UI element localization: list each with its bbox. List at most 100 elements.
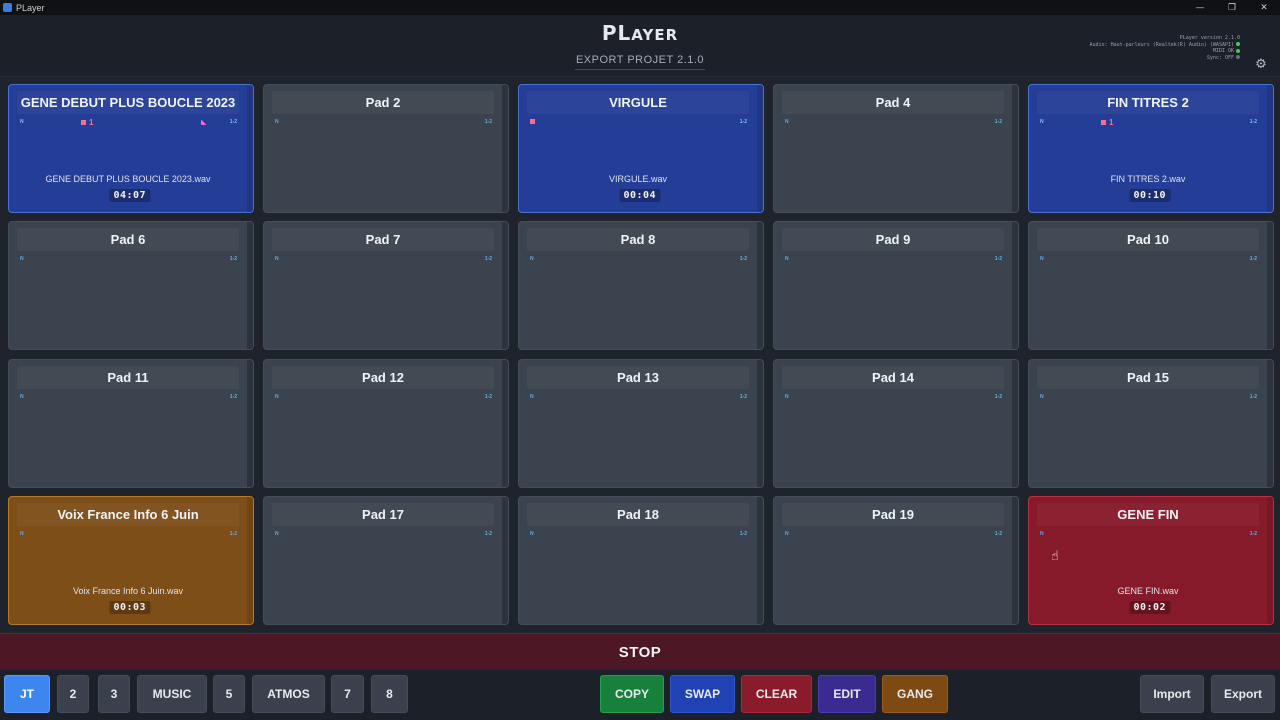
pad-2[interactable]: Pad 2 N 1-2: [263, 84, 509, 213]
pad-scrollbar[interactable]: [502, 85, 508, 212]
pad-title: Pad 14: [782, 365, 1004, 389]
pad-title: Pad 19: [782, 503, 1004, 527]
pad-output-channels: 1-2: [739, 256, 747, 263]
pad-12[interactable]: Pad 12 N 1-2: [263, 358, 509, 488]
pad-13[interactable]: Pad 13 N 1-2: [518, 358, 764, 488]
import-button[interactable]: Import: [1140, 675, 1204, 713]
pad-scrollbar[interactable]: [1267, 222, 1273, 350]
brand-small: AYER: [631, 26, 679, 44]
pad-scrollbar[interactable]: [247, 85, 253, 212]
pad-19[interactable]: Pad 19 N 1-2: [773, 496, 1019, 626]
pad-3[interactable]: VIRGULE 1-2 VIRGULE.wav 00:04: [518, 84, 764, 213]
pad-scrollbar[interactable]: [1012, 497, 1018, 625]
export-button[interactable]: Export: [1211, 675, 1275, 713]
pad-scrollbar[interactable]: [247, 359, 253, 487]
pad-9[interactable]: Pad 9 N 1-2: [773, 221, 1019, 351]
pad-normal-mode-indicator: N: [275, 119, 279, 125]
pad-output-channels: 1-2: [229, 393, 237, 400]
pad-scrollbar[interactable]: [757, 497, 763, 625]
pad-duration: 00:10: [1129, 189, 1171, 202]
bank-tab-7[interactable]: 7: [331, 675, 364, 713]
pad-scrollbar[interactable]: [1267, 497, 1273, 625]
pad-4[interactable]: Pad 4 N 1-2: [773, 84, 1019, 213]
pad-14[interactable]: Pad 14 N 1-2: [773, 358, 1019, 488]
brand-big: PL: [601, 21, 632, 45]
pad-normal-mode-indicator: N: [1040, 393, 1044, 400]
restore-button[interactable]: ❐: [1216, 0, 1248, 15]
bank-tab-jt[interactable]: JT: [4, 675, 50, 713]
bank-tab-music[interactable]: MUSIC: [137, 675, 207, 713]
stop-button[interactable]: STOP: [0, 633, 1280, 670]
pad-normal-mode-indicator: N: [530, 531, 534, 538]
pad-scrollbar[interactable]: [502, 222, 508, 350]
pad-scrollbar[interactable]: [1012, 222, 1018, 350]
pad-15[interactable]: Pad 15 N 1-2: [1028, 358, 1274, 488]
pad-scrollbar[interactable]: [247, 222, 253, 350]
pad-title: Pad 12: [272, 365, 494, 389]
pad-title: Pad 18: [527, 503, 749, 527]
pad-normal-mode-indicator: N: [275, 531, 279, 538]
gear-icon[interactable]: ⚙: [1254, 58, 1268, 72]
pad-scrollbar[interactable]: [502, 359, 508, 487]
minimize-button[interactable]: —: [1184, 0, 1216, 15]
pad-scrollbar[interactable]: [1267, 359, 1273, 487]
pad-title: Pad 10: [1037, 228, 1259, 252]
pad-16[interactable]: Voix France Info 6 Juin N 1-2 Voix France I…: [8, 496, 254, 626]
loop-icon: [1101, 120, 1106, 126]
pad-normal-mode-indicator: N: [1040, 531, 1044, 538]
pad-loop-indicator: 1: [1101, 118, 1113, 127]
pad-8[interactable]: Pad 8 N 1-2: [518, 221, 764, 351]
bank-tab-3[interactable]: 3: [98, 675, 130, 713]
pad-title: Pad 9: [782, 228, 1004, 252]
pad-output-channels: 1-2: [1249, 393, 1257, 400]
sync-status-dot: [1236, 55, 1240, 59]
pad-grid: GENE DEBUT PLUS BOUCLE 2023 N 1-2 1 ◣ GENE DE…: [8, 84, 1274, 626]
bank-tab-2[interactable]: 2: [57, 675, 89, 713]
pad-1[interactable]: GENE DEBUT PLUS BOUCLE 2023 N 1-2 1 ◣ GENE DE…: [8, 84, 254, 213]
pad-normal-mode-indicator: N: [20, 531, 24, 538]
close-button[interactable]: ✕: [1248, 0, 1280, 15]
pad-20[interactable]: GENE FIN N 1-2 GENE FIN.wav 00:02: [1028, 496, 1274, 626]
status-panel: PLayer version 2.1.0 Audio: Haut-parleur…: [1090, 35, 1240, 62]
pad-scrollbar[interactable]: [502, 497, 508, 625]
gang-button[interactable]: GANG: [882, 675, 948, 713]
pad-scrollbar[interactable]: [247, 497, 253, 625]
pad-title: Pad 8: [527, 228, 749, 252]
pad-filename: GENE DEBUT PLUS BOUCLE 2023.wav: [45, 174, 211, 184]
status-sync-row: Sync: OFF: [1090, 55, 1240, 62]
pad-6[interactable]: Pad 6 N 1-2: [8, 221, 254, 351]
pad-5[interactable]: FIN TITRES 2 N 1-2 1 FIN TITRES 2.wav 00:10: [1028, 84, 1274, 213]
pad-output-channels: 1-2: [994, 531, 1002, 538]
bank-tab-atmos[interactable]: ATMOS: [252, 675, 325, 713]
copy-button[interactable]: COPY: [600, 675, 664, 713]
pad-11[interactable]: Pad 11 N 1-2: [8, 358, 254, 488]
clear-button[interactable]: CLEAR: [741, 675, 812, 713]
pad-scrollbar[interactable]: [757, 359, 763, 487]
pad-scrollbar[interactable]: [1012, 85, 1018, 212]
pad-scrollbar[interactable]: [757, 222, 763, 350]
mouse-cursor-icon: ☝: [1051, 549, 1059, 564]
edit-button[interactable]: EDIT: [818, 675, 876, 713]
bank-tab-8[interactable]: 8: [371, 675, 408, 713]
pad-output-channels: 1-2: [994, 119, 1002, 125]
pad-scrollbar[interactable]: [757, 85, 763, 212]
pad-filename: FIN TITRES 2.wav: [1110, 174, 1186, 184]
pad-title: Pad 2: [272, 91, 494, 114]
pad-normal-mode-indicator: N: [785, 256, 789, 263]
pad-10[interactable]: Pad 10 N 1-2: [1028, 221, 1274, 351]
pad-duration: 00:03: [109, 601, 151, 615]
pad-scrollbar[interactable]: [1012, 359, 1018, 487]
swap-button[interactable]: SWAP: [670, 675, 735, 713]
project-name[interactable]: EXPORT PROJET 2.1.0: [575, 54, 705, 70]
pad-18[interactable]: Pad 18 N 1-2: [518, 496, 764, 626]
player-app: PLayer — ❐ ✕ PLAYER EXPORT PROJET 2.1.0 …: [0, 0, 1280, 720]
pad-7[interactable]: Pad 7 N 1-2: [263, 221, 509, 351]
pad-filename: VIRGULE.wav: [608, 174, 668, 184]
bank-tab-5[interactable]: 5: [213, 675, 245, 713]
app-icon: [3, 3, 12, 12]
pad-title: Voix France Info 6 Juin: [17, 503, 239, 527]
pad-17[interactable]: Pad 17 N 1-2: [263, 496, 509, 626]
loop-icon: [81, 120, 86, 126]
pad-scrollbar[interactable]: [1267, 85, 1273, 212]
pad-normal-mode-indicator: N: [530, 256, 534, 263]
